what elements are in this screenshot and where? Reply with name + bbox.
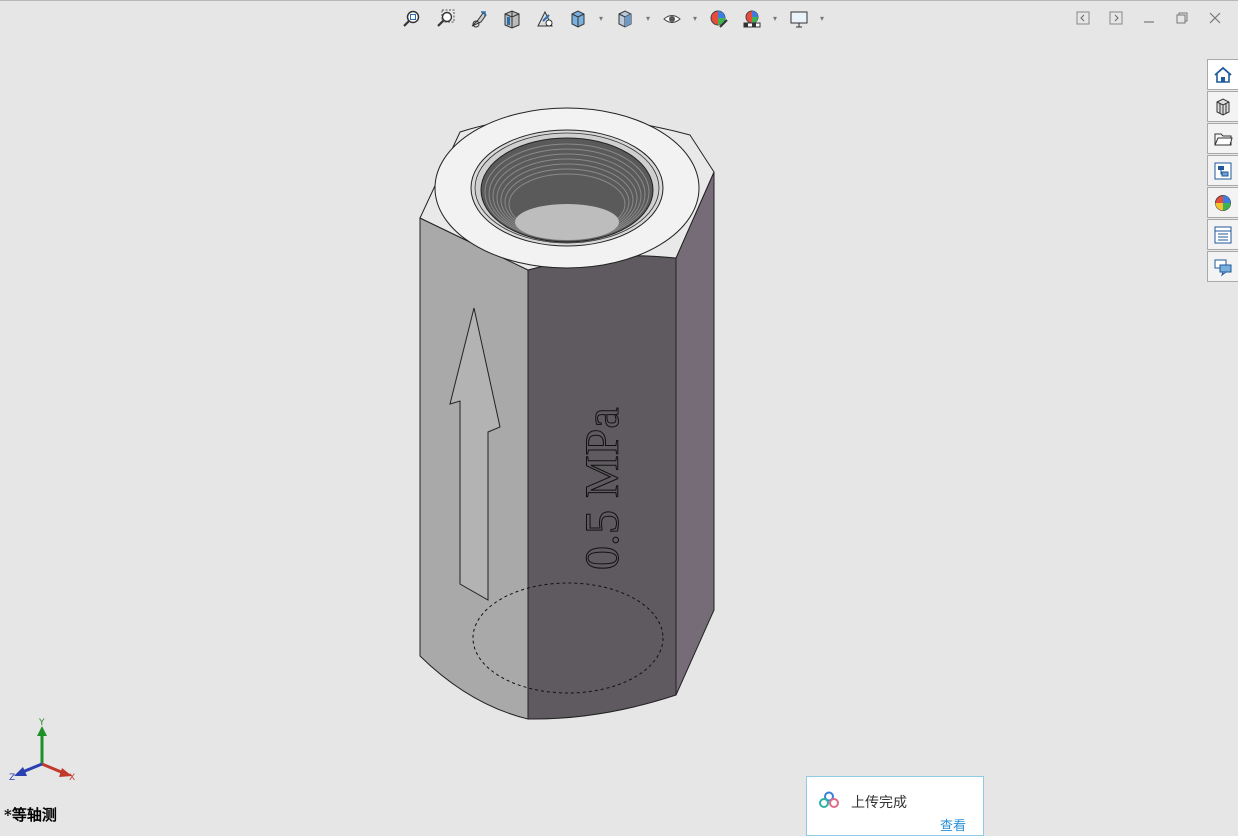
reference-triad: Y X Z [9,718,75,783]
hex-right-face [675,171,715,696]
triad-z-label: Z [9,773,15,783]
engraving-text: 0.5 MPa [576,407,629,570]
notification-view-link[interactable]: 查看 [940,815,966,834]
view-orientation-label: *等轴测 [4,806,57,824]
triad-y-label: Y [38,718,45,728]
triad-x-label: X [69,773,75,783]
cloud-app-icon [819,791,839,808]
notification-title: 上传完成 [851,795,907,811]
upload-notification: 上传完成 查看 [806,776,984,836]
graphics-area-model[interactable]: 0.5 MPa [0,0,1238,828]
